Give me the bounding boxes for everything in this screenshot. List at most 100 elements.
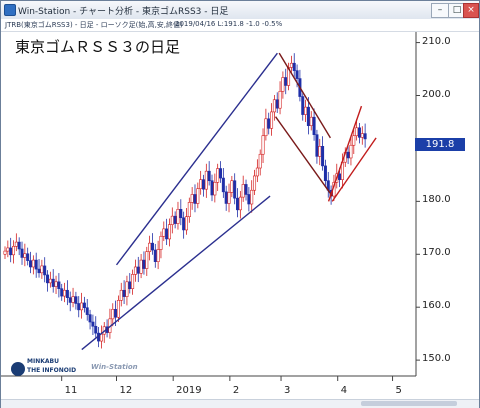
candle-up <box>289 62 293 68</box>
candle-up <box>156 249 160 262</box>
logo-mark-icon <box>11 362 25 376</box>
candle-down <box>142 259 146 269</box>
close-button[interactable]: × <box>463 3 479 18</box>
candle-up <box>176 208 180 224</box>
rebound-channel-upper[interactable] <box>327 105 363 202</box>
candle-up <box>40 265 44 274</box>
horizontal-scrollbar[interactable] <box>1 399 479 408</box>
minkabu-logo: MINKABU THE INFONOID Win-Station <box>11 354 141 394</box>
candle-up <box>196 188 200 204</box>
candle-down <box>247 194 251 205</box>
candle-down <box>37 268 41 274</box>
candle-down <box>150 242 154 251</box>
candle-up <box>54 281 58 287</box>
candle-down <box>179 208 183 219</box>
app-window: Win-Station - チャート分析 - 東京ゴムRSS3 - 日足 – □… <box>0 0 480 408</box>
candle-down <box>9 247 13 256</box>
chart-area[interactable]: 東京ゴムＲＳＳ３の日足 210.0200.0190.0180.0170.0160… <box>1 32 479 408</box>
title-bar[interactable]: Win-Station - チャート分析 - 東京ゴムRSS3 - 日足 – □… <box>1 1 479 20</box>
candle-down <box>292 62 296 71</box>
rise-channel-upper[interactable] <box>115 52 278 266</box>
candle-up <box>204 170 208 190</box>
candle-down <box>233 180 237 199</box>
date-tick-label: 2 <box>232 385 240 396</box>
candle-up <box>6 247 10 252</box>
candle-down <box>244 184 248 195</box>
candle-up <box>159 235 163 250</box>
quote-readout: 2019/04/16 L:191.8 -1.0 -0.5% <box>175 20 283 28</box>
candle-up <box>258 153 262 169</box>
candle-down <box>85 307 89 315</box>
candle-down <box>210 180 214 196</box>
candle-down <box>201 179 205 190</box>
candle-down <box>182 217 186 231</box>
candle-up <box>318 146 322 157</box>
candle-up <box>216 168 220 183</box>
price-tick-label: 200.0 <box>422 88 451 100</box>
app-icon <box>4 4 16 16</box>
fall-channel-upper[interactable] <box>278 52 331 139</box>
candle-up <box>80 302 84 311</box>
candle-up <box>145 251 149 269</box>
logo-line1: MINKABU <box>27 358 59 365</box>
candle-down <box>165 228 169 240</box>
candle-up <box>14 241 18 247</box>
candle-up <box>31 259 35 268</box>
candle-down <box>88 314 92 323</box>
candle-up <box>119 289 123 301</box>
candle-up <box>281 77 285 92</box>
candle-down <box>338 173 342 180</box>
candle-up <box>213 182 217 196</box>
candle-up <box>278 90 282 109</box>
candle-up <box>111 309 115 320</box>
candle-up <box>167 224 171 240</box>
date-tick-label: 2019 <box>176 385 202 396</box>
candle-up <box>162 228 166 237</box>
candle-down <box>51 278 55 287</box>
candle-down <box>77 303 81 311</box>
candle-down <box>68 297 72 303</box>
candle-up <box>261 135 265 155</box>
candle-down <box>193 194 197 204</box>
date-tick-label: 3 <box>284 385 291 396</box>
candle-down <box>224 191 228 204</box>
candle-down <box>346 151 350 159</box>
candle-up <box>304 106 308 115</box>
candle-up <box>184 216 188 231</box>
candle-down <box>29 260 33 268</box>
candle-up <box>133 266 137 275</box>
price-tick-label: 160.0 <box>422 300 451 312</box>
candle-down <box>91 321 95 327</box>
candle-up <box>199 179 203 189</box>
price-ticks-group <box>416 42 420 361</box>
candle-down <box>357 127 361 138</box>
price-chart-svg[interactable] <box>1 32 479 407</box>
minimize-button[interactable]: – <box>431 3 449 18</box>
candle-up <box>241 184 245 198</box>
date-tick-label: 5 <box>395 385 402 396</box>
candle-down <box>26 253 30 261</box>
candle-down <box>221 177 225 193</box>
candle-down <box>363 133 367 140</box>
price-tick-label: 210.0 <box>422 35 451 47</box>
scrollbar-thumb[interactable] <box>361 401 457 406</box>
symbol-info-bar: JTRB(東京ゴムRSS3) - 日足 - ローソク足(始,高,安,終値) 20… <box>1 19 479 32</box>
candle-down <box>312 116 316 135</box>
candle-up <box>125 281 129 297</box>
candle-up <box>255 167 259 177</box>
candle-down <box>323 165 327 182</box>
candle-down <box>295 70 299 79</box>
candle-up <box>12 246 16 256</box>
candle-down <box>284 77 288 86</box>
candle-up <box>99 333 103 342</box>
logo-line3: Win-Station <box>91 363 138 371</box>
candle-down <box>275 99 279 109</box>
last-price-badge: 191.8 <box>415 138 465 151</box>
logo-line2: THE INFONOID <box>27 367 77 374</box>
candle-up <box>63 289 67 297</box>
candle-up <box>227 192 231 204</box>
candle-down <box>321 146 325 167</box>
candle-up <box>238 196 242 211</box>
candle-up <box>148 242 152 252</box>
date-tick-label: 4 <box>340 385 348 396</box>
